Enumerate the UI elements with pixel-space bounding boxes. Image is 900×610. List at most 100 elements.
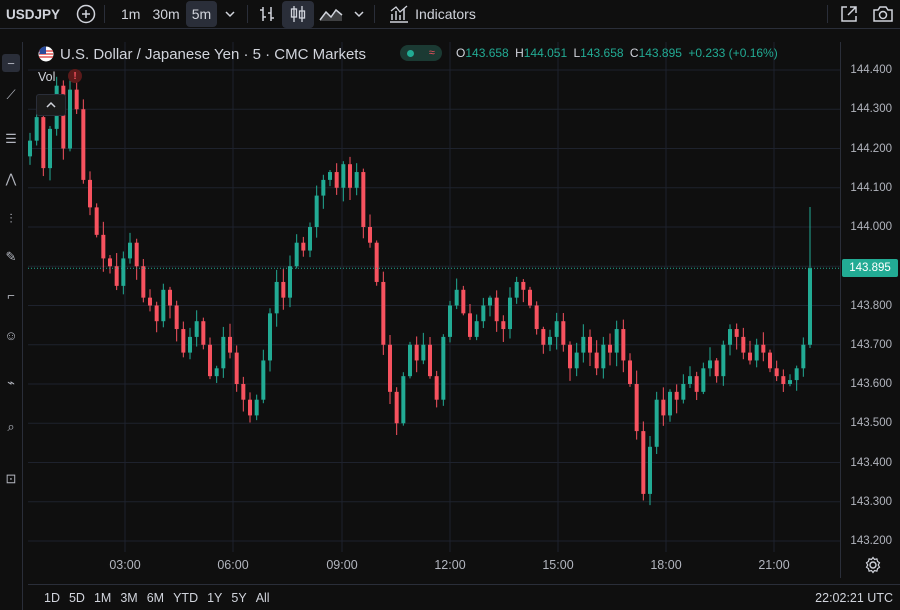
pattern-tool-icon[interactable]: ⋀ [2, 170, 20, 188]
cursor-tool-icon[interactable]: − [2, 54, 20, 72]
candle [388, 335, 392, 405]
snapshot-button[interactable] [866, 0, 900, 29]
candle-body-down [461, 289, 466, 314]
candle [794, 365, 799, 391]
candle-body-up [701, 368, 706, 392]
chart-settings-icon[interactable] [864, 556, 882, 574]
candle-body-up [314, 195, 319, 227]
candle [628, 353, 632, 387]
candle-body-up [128, 242, 132, 259]
measure-tool-icon[interactable]: ⌁ [2, 374, 20, 392]
fullscreen-button[interactable] [832, 0, 866, 29]
bar-chart-type-button[interactable] [252, 0, 282, 29]
prediction-tool-icon[interactable]: ⫶ [2, 210, 20, 228]
candle-body-down [168, 289, 172, 306]
price-tick-label: 144.200 [850, 142, 892, 155]
range-1m-button[interactable]: 1M [94, 591, 111, 605]
candle [321, 174, 326, 209]
candle-body-up [48, 128, 52, 169]
lock-tool-icon[interactable]: ⊡ [2, 470, 20, 488]
candle-body-down [501, 321, 506, 330]
candle [548, 329, 552, 352]
range-5d-button[interactable]: 5D [69, 591, 85, 605]
range-ytd-button[interactable]: YTD [173, 591, 198, 605]
candle [508, 287, 512, 339]
price-tick-label: 143.600 [850, 378, 892, 390]
time-axis[interactable]: 03:00 06:00 09:00 12:00 15:00 18:00 21:00 [28, 552, 840, 578]
candles-chart-type-button[interactable] [282, 0, 315, 28]
candle-body-down [141, 266, 146, 298]
chart-legend: U.S. Dollar / Japanese Yen · 5 · CMC Mar… [38, 44, 366, 64]
compare-symbol-button[interactable] [72, 0, 100, 29]
date-range-bar: 1D 5D 1M 3M 6M YTD 1Y 5Y All 22:02:21 UT… [28, 584, 900, 610]
symbol-title[interactable]: U.S. Dollar / Japanese Yen · 5 · CMC Mar… [60, 46, 366, 63]
range-1d-button[interactable]: 1D [44, 591, 60, 605]
price-tick-label: 144.300 [850, 103, 892, 116]
candle-body-down [541, 329, 546, 345]
time-tick-label: 06:00 [217, 558, 249, 572]
bars-icon [260, 7, 275, 21]
delayed-data-icon: ≈ [428, 47, 435, 59]
range-3m-button[interactable]: 3M [120, 591, 137, 605]
candle [648, 435, 652, 506]
candle-body-up [308, 227, 312, 251]
zoom-tool-icon[interactable]: ⌕ [2, 418, 20, 436]
price-tick-label: 144.000 [850, 221, 892, 233]
candle-body-down [154, 305, 159, 322]
candle-body-up [728, 329, 732, 345]
open-external-icon [841, 6, 857, 22]
candle [808, 255, 812, 348]
price-tick-label: 144.400 [850, 64, 892, 76]
fib-tool-icon[interactable]: ☰ [2, 130, 20, 148]
range-5y-button[interactable]: 5Y [231, 591, 246, 605]
candle [88, 171, 92, 216]
utc-clock[interactable]: 22:02:21 UTC [815, 591, 893, 605]
chart-canvas[interactable] [28, 42, 840, 578]
candle-body-down [394, 391, 399, 424]
candle-body-down [661, 399, 666, 416]
symbol-search-button[interactable]: USDJPY [0, 0, 72, 29]
candle [474, 314, 479, 341]
top-toolbar: USDJPY 1m 30m 5m Indicators [0, 0, 900, 29]
range-1y-button[interactable]: 1Y [207, 591, 222, 605]
interval-dropdown-button[interactable] [217, 0, 243, 29]
candle [194, 310, 199, 347]
candle-body-up [421, 344, 426, 361]
candle [614, 320, 619, 367]
candle [481, 297, 486, 329]
candle [781, 369, 786, 392]
candle [754, 338, 759, 368]
indicators-button[interactable]: Indicators [383, 0, 482, 29]
toolbar-divider [827, 5, 828, 23]
candle-body-up [328, 172, 332, 180]
trendline-tool-icon[interactable]: ⟋ [2, 86, 20, 104]
candle [441, 334, 446, 406]
candle-body-down [694, 376, 699, 392]
candle [701, 362, 706, 395]
volume-indicator-label[interactable]: Vol [38, 70, 55, 84]
candle-body-up [261, 360, 266, 400]
range-all-button[interactable]: All [256, 591, 270, 605]
brush-tool-icon[interactable]: ✎ [2, 248, 20, 266]
candle [128, 232, 132, 264]
candle-body-up [581, 336, 586, 353]
market-status-badge[interactable]: ≈ [400, 45, 442, 61]
chart-type-dropdown-button[interactable] [348, 0, 370, 29]
volume-warning-icon[interactable]: ! [68, 69, 82, 83]
interval-5m-button[interactable]: 5m [185, 1, 218, 27]
candlestick-chart [28, 42, 840, 552]
emoji-tool-icon[interactable]: ☺ [2, 326, 20, 344]
candle [161, 283, 166, 328]
candle [114, 253, 119, 291]
range-6m-button[interactable]: 6M [147, 591, 164, 605]
candle [68, 79, 72, 152]
collapse-legend-button[interactable] [36, 94, 66, 116]
candle-body-down [561, 321, 566, 345]
candle-body-up [554, 321, 559, 337]
interval-1m-button[interactable]: 1m [115, 0, 146, 29]
interval-30m-button[interactable]: 30m [146, 0, 185, 29]
area-chart-type-button[interactable] [314, 0, 348, 29]
price-axis[interactable]: 144.400144.300144.200144.100144.000143.9… [840, 42, 900, 578]
text-tool-icon[interactable]: ⌐ [2, 286, 20, 304]
candle [461, 285, 466, 316]
